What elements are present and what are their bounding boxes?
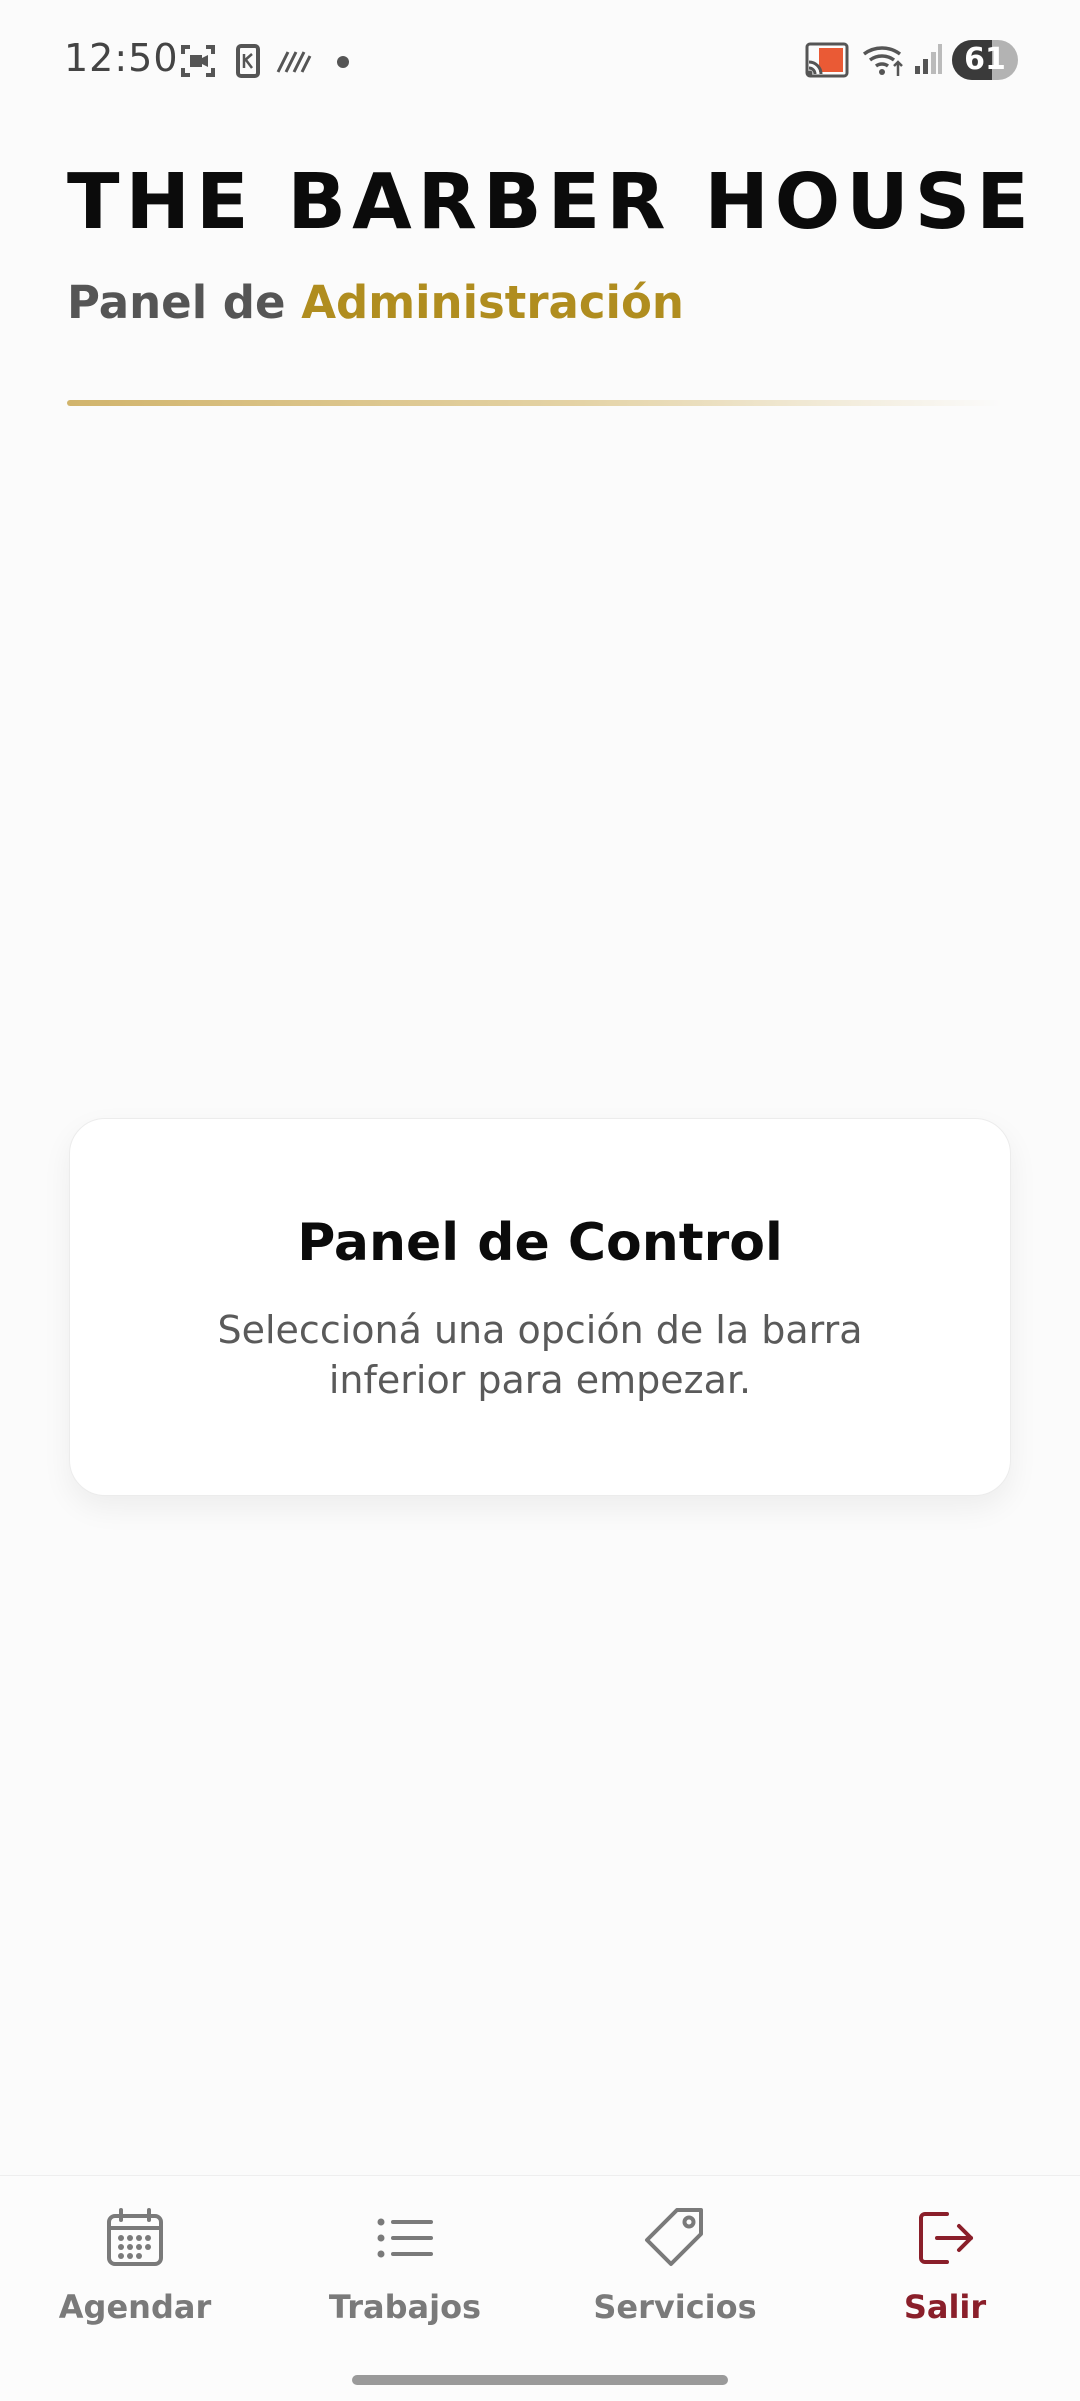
nav-item-agendar[interactable]: Agendar [0, 2206, 270, 2356]
nav-item-trabajos[interactable]: Trabajos [270, 2206, 540, 2356]
card-title: Panel de Control [297, 1213, 783, 1273]
subtitle-prefix: Panel de [67, 276, 286, 329]
home-indicator[interactable] [352, 2375, 728, 2385]
nav-label-servicios: Servicios [593, 2288, 757, 2326]
app-title: THE BARBER HOUSE [67, 158, 1035, 247]
signal-icon [915, 44, 942, 74]
notification-dot-icon [337, 56, 349, 68]
subtitle-highlight: Administración [301, 276, 684, 329]
wifi-icon [862, 46, 903, 76]
hatched-icon [276, 51, 312, 73]
nav-item-salir[interactable]: Salir [810, 2206, 1080, 2356]
k-app-icon [236, 44, 260, 78]
nav-label-salir: Salir [903, 2288, 987, 2326]
calendar-icon [107, 2208, 163, 2266]
page-subtitle: Panel de Administración [67, 275, 684, 331]
logout-icon [919, 2212, 973, 2264]
status-time: 12:50 [64, 36, 179, 80]
nav-label-agendar: Agendar [58, 2288, 212, 2326]
nav-label-trabajos: Trabajos [328, 2288, 482, 2326]
bottom-navigation: Agendar Trabajos Servicios Salir [0, 2175, 1080, 2401]
cast-icon [805, 42, 849, 78]
battery-icon: 61 [952, 40, 1018, 80]
battery-level: 61 [964, 42, 1006, 77]
card-body: Seleccioná una opción de la barra inferi… [217, 1308, 863, 1402]
control-panel-card: Panel de Control Seleccioná una opción d… [69, 1118, 1011, 1496]
header-divider [67, 400, 1002, 406]
nav-item-servicios[interactable]: Servicios [540, 2206, 810, 2356]
list-icon [377, 2218, 433, 2258]
tag-icon [645, 2208, 703, 2266]
screen-record-icon [181, 45, 215, 77]
status-bar: 12:50 61 [0, 0, 1080, 120]
